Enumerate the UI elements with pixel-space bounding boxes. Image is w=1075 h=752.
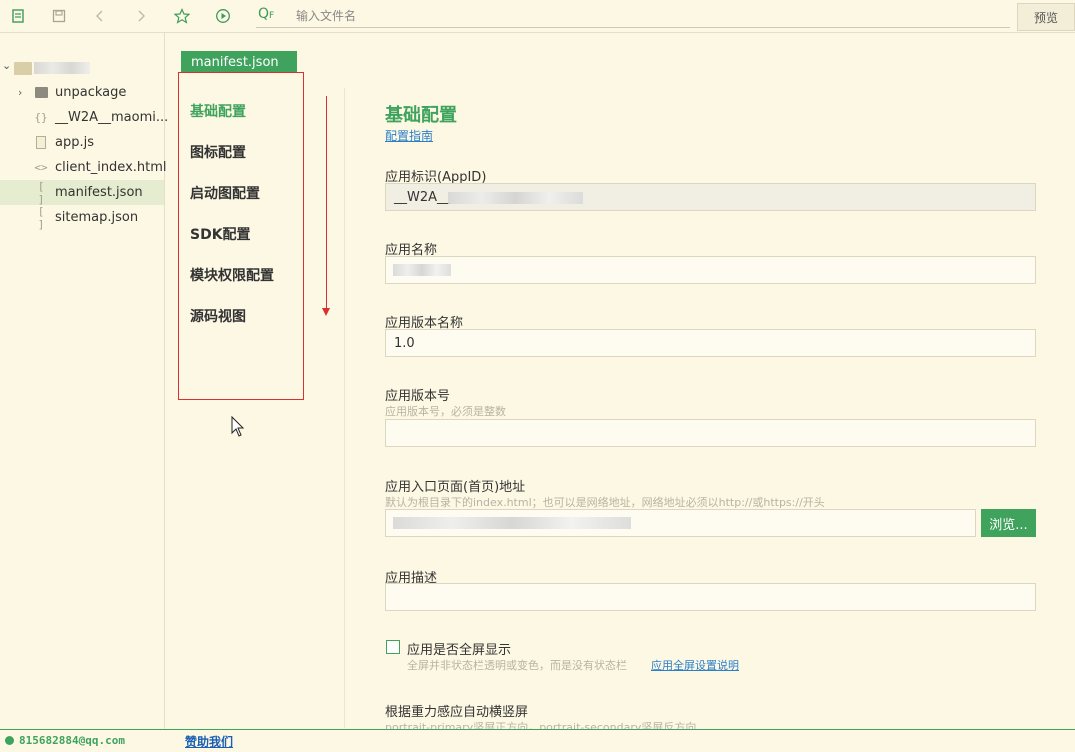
version-name-field[interactable] — [385, 329, 1036, 357]
chevron-down-icon[interactable]: ⌄ — [2, 59, 11, 72]
nav-item-permissions[interactable]: 模块权限配置 — [190, 265, 274, 285]
fullscreen-label: 应用是否全屏显示 — [407, 643, 512, 658]
tree-item-label: sitemap.json — [55, 210, 139, 225]
tree-item-manifest[interactable]: [ ] manifest.json — [0, 179, 164, 206]
mouse-cursor-icon — [230, 415, 246, 441]
tree-item-label: unpackage — [55, 85, 127, 100]
editor-tab-manifest[interactable]: manifest.json — [181, 51, 297, 73]
nav-item-splash[interactable]: 启动图配置 — [190, 183, 260, 203]
star-icon[interactable] — [172, 6, 192, 26]
js-file-icon — [36, 136, 46, 149]
config-nav: 基础配置 图标配置 启动图配置 SDK配置 模块权限配置 源码视图 — [178, 72, 304, 400]
tree-item-label: client_index.html — [55, 160, 167, 175]
folder-icon — [14, 62, 32, 75]
annotation-arrow-line — [326, 96, 327, 312]
fullscreen-hint: 全屏并非状态栏透明或变色，而是没有状态栏 — [407, 659, 627, 672]
bracket-icon: [ ] — [37, 204, 45, 231]
nav-item-basic[interactable]: 基础配置 — [190, 101, 246, 121]
project-sidebar: ⌄ › unpackage {} __W2A__maomi... app.js … — [0, 33, 168, 729]
tree-item-app-js[interactable]: app.js — [0, 130, 164, 155]
version-code-label: 应用版本号 — [385, 389, 451, 404]
sponsor-link[interactable]: 赞助我们 — [185, 733, 233, 750]
status-email[interactable]: 815682884@qq.com — [19, 734, 125, 747]
fullscreen-help-link[interactable]: 应用全屏设置说明 — [651, 657, 739, 673]
tree-item-sitemap[interactable]: [ ] sitemap.json — [0, 204, 164, 231]
version-code-hint: 应用版本号，必须是整数 — [385, 405, 506, 418]
fullscreen-checkbox[interactable] — [386, 640, 400, 654]
tree-item-label: __W2A__maomi... — [55, 110, 169, 125]
redacted-project-name — [34, 62, 90, 74]
tree-item-label: manifest.json — [55, 185, 143, 200]
redacted-app-name — [393, 264, 451, 276]
orientation-label: 根据重力感应自动横竖屏 — [385, 705, 529, 720]
divider — [344, 88, 345, 728]
project-root[interactable]: ⌄ — [0, 59, 160, 77]
annotation-arrow-head — [322, 308, 330, 316]
html-icon: <> — [34, 161, 48, 174]
new-file-icon[interactable] — [8, 6, 28, 26]
version-code-field[interactable] — [385, 419, 1036, 447]
preview-button[interactable]: 预览 — [1017, 3, 1075, 31]
folder-icon — [35, 87, 48, 98]
search-icon: QF — [258, 6, 275, 22]
json-icon: {} — [34, 111, 48, 124]
run-icon[interactable] — [213, 6, 233, 26]
entry-page-label: 应用入口页面(首页)地址 — [385, 480, 526, 495]
entry-page-hint: 默认为根目录下的index.html；也可以是网络地址，网络地址必须以http:… — [385, 496, 825, 509]
nav-item-icon[interactable]: 图标配置 — [190, 142, 246, 162]
back-icon[interactable] — [90, 6, 110, 26]
config-guide-link[interactable]: 配置指南 — [385, 127, 433, 144]
tree-item-w2a-json[interactable]: {} __W2A__maomi... — [0, 105, 168, 130]
tree-item-unpackage[interactable]: › unpackage — [0, 80, 164, 105]
app-name-field[interactable] — [385, 256, 1036, 284]
redacted-entry-url — [393, 517, 631, 529]
appid-value: __W2A__ — [394, 190, 451, 205]
tree-item-label: app.js — [55, 135, 94, 150]
nav-item-sdk[interactable]: SDK配置 — [190, 224, 251, 244]
status-bar: 815682884@qq.com 赞助我们 — [0, 729, 1075, 752]
search-input[interactable] — [296, 6, 996, 26]
bracket-icon: [ ] — [37, 179, 45, 206]
forward-icon[interactable] — [131, 6, 151, 26]
status-dot-icon — [5, 736, 14, 745]
chevron-right-icon[interactable]: › — [18, 86, 22, 99]
redacted-appid — [448, 192, 583, 204]
nav-item-source[interactable]: 源码视图 — [190, 306, 246, 326]
save-icon[interactable] — [49, 6, 69, 26]
toolbar: QF 预览 — [0, 0, 1075, 33]
app-desc-field[interactable] — [385, 583, 1036, 611]
search-bar[interactable]: QF — [256, 4, 1010, 28]
tree-item-client-index[interactable]: <> client_index.html — [0, 155, 167, 180]
browse-button[interactable]: 浏览... — [981, 509, 1036, 537]
form-title: 基础配置 — [385, 105, 457, 126]
